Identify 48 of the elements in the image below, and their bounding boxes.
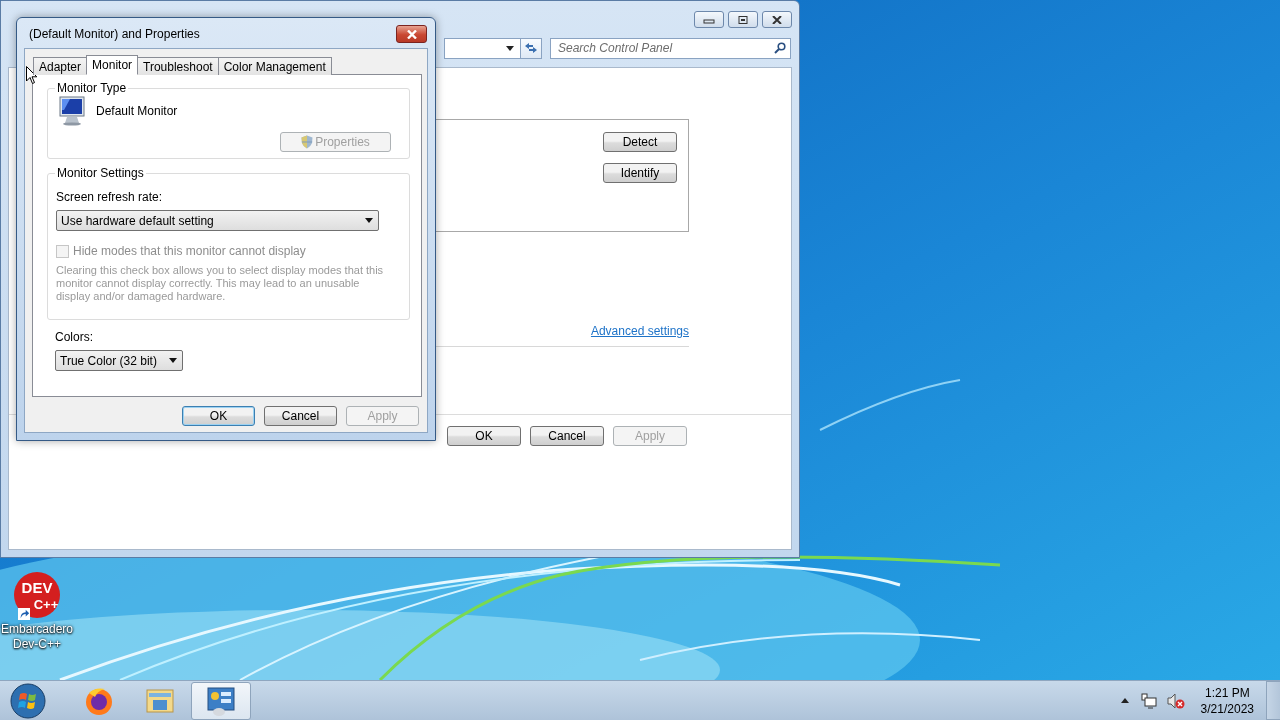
app-logo-icon[interactable]: DEV C++ — [13, 571, 61, 619]
control-panel-icon — [205, 684, 237, 717]
address-field[interactable] — [444, 37, 520, 59]
dialog-button[interactable]: Cancel — [530, 426, 604, 446]
tab[interactable]: Adapter — [33, 57, 88, 75]
field-label: Colors: — [55, 330, 94, 344]
caret-icon — [506, 45, 514, 51]
refresh-rate-dropdown[interactable]: Use hardware default setting — [56, 210, 379, 231]
dialog-button[interactable]: Cancel — [264, 406, 337, 426]
start-button[interactable] — [9, 681, 47, 720]
checkbox-label: Hide modes that this monitor cannot display — [73, 244, 306, 258]
dialog-button[interactable]: Detect — [603, 132, 677, 152]
dialog-button[interactable]: OK — [182, 406, 255, 426]
tab[interactable]: Color Management — [217, 57, 332, 75]
volume-icon[interactable] — [1166, 692, 1185, 709]
refresh-icon — [524, 42, 538, 54]
close-button[interactable] — [762, 11, 792, 28]
caret-icon — [365, 218, 373, 223]
up-arrow-icon — [1120, 698, 1129, 703]
field-label: Screen refresh rate: — [56, 190, 164, 204]
control-panel-button[interactable] — [191, 681, 251, 720]
advanced-settings-link[interactable]: Advanced settings — [590, 324, 689, 338]
network-icon[interactable] — [1140, 692, 1157, 709]
description-text: Clearing this check box allows you to select display modes that this monitor cannot display correctly. This may lead to an unusable display and/or damaged hardware. — [56, 264, 385, 303]
monitor-icon — [58, 96, 86, 126]
shortcut-arrow-icon — [18, 608, 30, 620]
window-title: (Default Monitor) and Properties — [29, 27, 200, 41]
tab[interactable]: Troubleshoot — [137, 57, 219, 75]
tab[interactable]: Monitor — [86, 55, 139, 75]
colors-dropdown[interactable]: True Color (32 bit) — [55, 350, 183, 371]
dialog-button[interactable]: Identify — [603, 163, 677, 183]
refresh-button[interactable] — [520, 37, 542, 59]
dialog-button[interactable]: OK — [447, 426, 521, 446]
search-icon[interactable] — [774, 41, 786, 54]
search-field[interactable]: Search Control Panel — [550, 37, 791, 59]
restore-icon — [737, 15, 749, 24]
clock-time[interactable]: 1:21 PM — [1204, 684, 1250, 701]
maximize-button[interactable] — [728, 11, 758, 28]
group-title: Monitor Type — [56, 81, 128, 95]
shield-icon — [301, 135, 314, 149]
group-title: Monitor Settings — [56, 166, 145, 180]
clock-date[interactable]: 3/21/2023 — [1200, 700, 1254, 717]
close-icon — [771, 15, 783, 24]
close-button[interactable] — [396, 25, 427, 43]
monitor-name: Default Monitor — [96, 104, 178, 118]
start-orb-icon — [10, 682, 46, 719]
close-icon — [405, 29, 418, 39]
caret-icon — [169, 358, 177, 363]
